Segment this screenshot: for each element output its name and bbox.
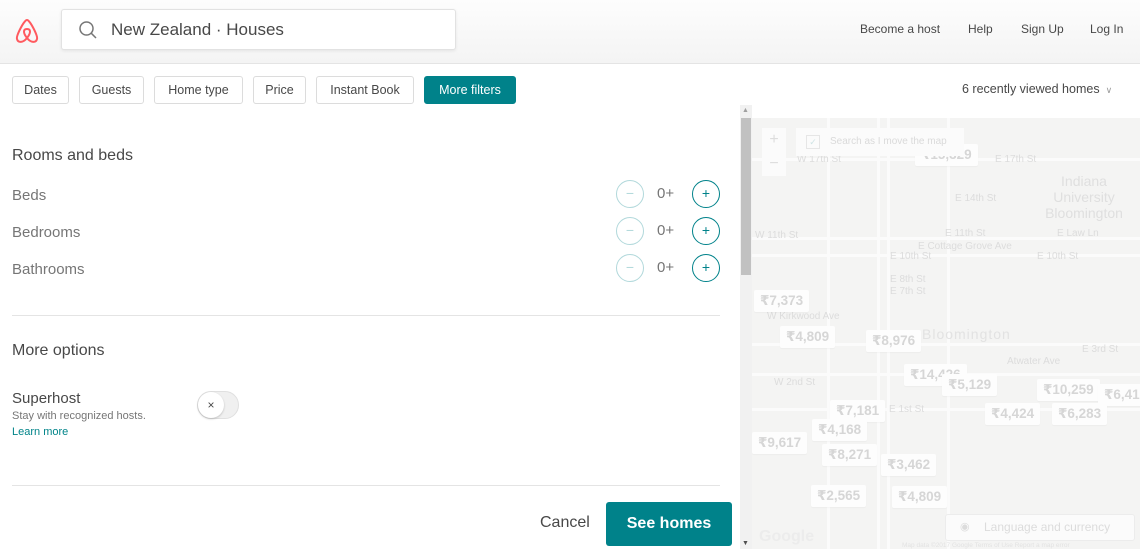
- see-homes-button[interactable]: See homes: [606, 502, 732, 546]
- recently-viewed-label: 6 recently viewed homes: [962, 82, 1100, 96]
- scroll-up-arrow-icon[interactable]: ▲: [742, 107, 749, 114]
- search-icon: [79, 21, 97, 39]
- footer-divider: [12, 485, 720, 486]
- beds-decrease-button[interactable]: −: [616, 180, 644, 208]
- nav-become-host[interactable]: Become a host: [860, 22, 940, 36]
- section-divider: [12, 315, 720, 316]
- price-marker[interactable]: ₹4,168: [812, 419, 868, 441]
- street-label: E 10th St: [890, 251, 932, 262]
- price-marker[interactable]: ₹4,424: [985, 403, 1041, 425]
- price-marker[interactable]: ₹3,462: [881, 454, 937, 476]
- street-label: E 10th St: [1037, 251, 1079, 262]
- price-marker[interactable]: ₹9,617: [752, 432, 808, 454]
- bedrooms-label: Bedrooms: [12, 224, 81, 241]
- map-zoom-controls: + −: [762, 128, 786, 176]
- price-marker[interactable]: ₹2,565: [811, 485, 867, 507]
- street-label: E 14th St: [955, 193, 997, 204]
- bathrooms-stepper: − 0+ +: [616, 254, 720, 282]
- nav-sign-up[interactable]: Sign Up: [1021, 22, 1064, 36]
- filter-guests[interactable]: Guests: [79, 76, 144, 104]
- price-marker[interactable]: ₹4,809: [780, 326, 836, 348]
- price-marker[interactable]: ₹8,976: [866, 330, 922, 352]
- street-label: Atwater Ave: [1007, 356, 1061, 367]
- town-label: Bloomington: [922, 326, 1011, 342]
- street-label: E 17th St: [995, 154, 1037, 165]
- scroll-down-arrow-icon[interactable]: ▼: [742, 540, 749, 547]
- beds-increase-button[interactable]: +: [692, 180, 720, 208]
- chevron-down-icon: ∨: [1105, 85, 1113, 95]
- bathrooms-decrease-button[interactable]: −: [616, 254, 644, 282]
- map-view[interactable]: W 17th St E 17th St E 14th St W 11th St …: [752, 118, 1140, 549]
- bathrooms-label: Bathrooms: [12, 261, 85, 278]
- bedrooms-stepper: − 0+ +: [616, 217, 720, 245]
- panel-scrollbar[interactable]: ▲ ▼: [740, 105, 752, 549]
- filter-price[interactable]: Price: [253, 76, 306, 104]
- campus-label: Indiana University Bloomington: [1045, 173, 1123, 221]
- bathrooms-value: 0+: [657, 259, 675, 276]
- beds-stepper: − 0+ +: [616, 180, 720, 208]
- bathrooms-increase-button[interactable]: +: [692, 254, 720, 282]
- price-marker[interactable]: ₹10,259: [1037, 379, 1100, 401]
- filter-home-type[interactable]: Home type: [154, 76, 243, 104]
- bedrooms-decrease-button[interactable]: −: [616, 217, 644, 245]
- street-label: E 7th St: [890, 286, 926, 297]
- superhost-toggle[interactable]: ×: [197, 391, 239, 419]
- rooms-beds-heading: Rooms and beds: [12, 147, 133, 164]
- price-marker[interactable]: ₹5,129: [942, 374, 998, 396]
- airbnb-logo-icon[interactable]: [12, 16, 42, 46]
- price-marker[interactable]: ₹4,809: [892, 486, 948, 508]
- filter-instant-book[interactable]: Instant Book: [316, 76, 414, 104]
- language-currency-button[interactable]: ◉ Language and currency: [945, 514, 1135, 541]
- learn-more-link[interactable]: Learn more: [12, 426, 68, 438]
- top-header: New Zealand · Houses Become a host Help …: [0, 0, 1140, 64]
- nav-help[interactable]: Help: [968, 22, 993, 36]
- beds-label: Beds: [12, 187, 47, 204]
- bedrooms-value: 0+: [657, 222, 675, 239]
- search-as-move-label: Search as I move the map: [830, 136, 947, 147]
- price-marker[interactable]: ₹8,271: [822, 444, 878, 466]
- street-label: E 3rd St: [1082, 344, 1119, 355]
- street-label: E Cottage Grove Ave: [918, 241, 1012, 252]
- checkmark-icon: ✓: [806, 135, 820, 149]
- search-as-move-checkbox[interactable]: ✓ Search as I move the map: [796, 128, 964, 156]
- filter-more-filters[interactable]: More filters: [424, 76, 516, 104]
- map-attribution: Map data ©2017 Google Terms of Use Repor…: [902, 542, 1070, 549]
- search-value: New Zealand · Houses: [111, 20, 284, 39]
- recently-viewed-dropdown[interactable]: 6 recently viewed homes ∨: [962, 82, 1112, 96]
- google-logo: Google: [759, 528, 815, 545]
- price-marker[interactable]: ₹6,283: [1052, 403, 1108, 425]
- superhost-label: Superhost: [12, 390, 81, 407]
- language-currency-label: Language and currency: [984, 520, 1111, 534]
- street-label: E Law Ln: [1057, 228, 1099, 239]
- nav-log-in[interactable]: Log In: [1090, 22, 1123, 36]
- street-label: W 2nd St: [774, 377, 816, 388]
- beds-value: 0+: [657, 185, 675, 202]
- street-label: E 11th St: [945, 228, 986, 239]
- street-label: E 8th St: [890, 274, 926, 285]
- street-label: W 11th St: [755, 230, 799, 241]
- more-options-heading: More options: [12, 342, 105, 359]
- street-label: E 1st St: [889, 404, 925, 415]
- superhost-description: Stay with recognized hosts.: [12, 410, 146, 422]
- close-icon: ×: [198, 392, 224, 418]
- search-input[interactable]: New Zealand · Houses: [61, 9, 456, 50]
- bedrooms-increase-button[interactable]: +: [692, 217, 720, 245]
- cancel-button[interactable]: Cancel: [540, 514, 590, 532]
- filter-dates[interactable]: Dates: [12, 76, 69, 104]
- zoom-out-button[interactable]: −: [762, 152, 786, 176]
- street-label: W Kirkwood Ave: [767, 311, 840, 322]
- price-marker[interactable]: ₹7,373: [754, 290, 810, 312]
- zoom-in-button[interactable]: +: [762, 128, 786, 152]
- globe-icon: ◉: [960, 521, 970, 533]
- more-filters-panel: Rooms and beds Beds − 0+ + Bedrooms − 0+…: [0, 105, 740, 549]
- scrollbar-thumb[interactable]: [741, 118, 751, 275]
